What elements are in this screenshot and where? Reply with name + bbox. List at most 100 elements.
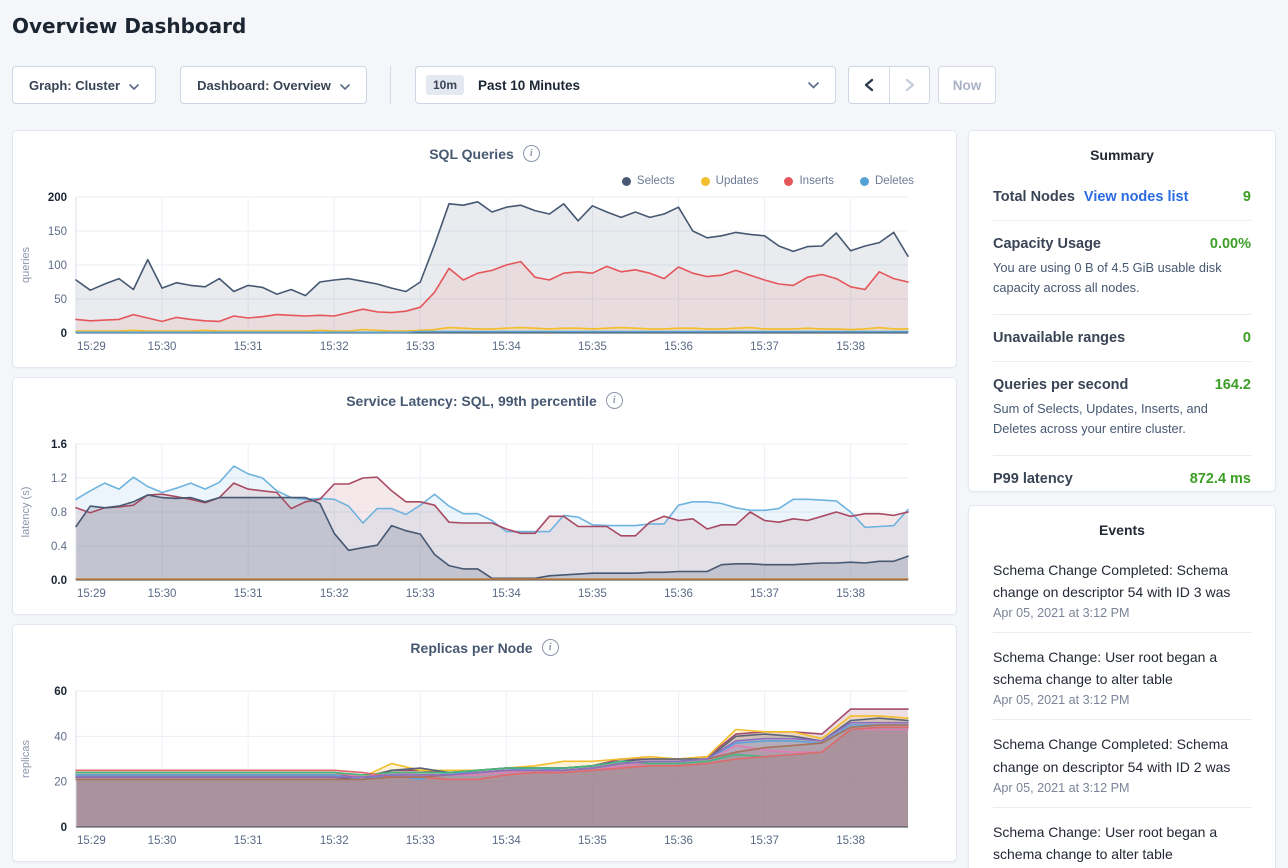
chart-legend: Selects Updates Inserts Deletes (622, 175, 914, 187)
legend-dot-icon (784, 177, 793, 186)
svg-text:15:34: 15:34 (492, 341, 521, 353)
event-timestamp: Apr 05, 2021 at 3:12 PM (993, 606, 1251, 620)
event-item: Schema Change Completed: Schema change o… (993, 546, 1251, 633)
legend-item-inserts: Inserts (784, 175, 834, 187)
event-text: Schema Change Completed: Schema change o… (993, 733, 1251, 777)
event-item: Schema Change Completed: Schema change o… (993, 720, 1251, 807)
svg-text:15:33: 15:33 (406, 835, 435, 847)
toolbar-divider (390, 66, 391, 104)
now-button[interactable]: Now (938, 66, 996, 104)
chevron-down-icon (340, 78, 350, 93)
info-icon[interactable]: i (606, 392, 623, 409)
svg-text:15:33: 15:33 (406, 588, 435, 600)
events-title: Events (993, 522, 1251, 538)
events-panel: Events Schema Change Completed: Schema c… (968, 505, 1276, 868)
svg-text:15:32: 15:32 (320, 341, 349, 353)
svg-text:150: 150 (48, 226, 67, 238)
divider (993, 455, 1251, 456)
replicas-per-node-chart[interactable]: 15:2915:3015:3115:3215:3315:3415:3515:36… (13, 671, 958, 857)
service-latency-chart[interactable]: 15:29 15:30 15:31 15:32 15:33 15:34 15:35 15:36… (13, 424, 958, 610)
view-nodes-list-link[interactable]: View nodes list (1084, 189, 1189, 205)
svg-text:15:30: 15:30 (148, 588, 177, 600)
legend-item-updates: Updates (701, 175, 759, 187)
unavailable-ranges-value: 0 (1243, 330, 1251, 346)
svg-text:15:37: 15:37 (750, 588, 779, 600)
legend-item-deletes: Deletes (860, 175, 914, 187)
legend-dot-icon (622, 177, 631, 186)
qps-value: 164.2 (1215, 377, 1251, 393)
chart-card-sql-queries: SQL Queries i Selects Updates Inserts Delet… (12, 130, 957, 368)
svg-text:replicas: replicas (20, 740, 32, 778)
qps-description: Sum of Selects, Updates, Inserts, and De… (993, 399, 1251, 440)
event-text: Schema Change Completed: Schema change o… (993, 559, 1251, 603)
svg-text:15:31: 15:31 (234, 588, 263, 600)
svg-text:latency (s): latency (s) (20, 487, 32, 538)
svg-text:15:30: 15:30 (148, 835, 177, 847)
page-title: Overview Dashboard (12, 14, 246, 38)
svg-text:queries: queries (20, 246, 32, 283)
svg-text:15:29: 15:29 (77, 835, 106, 847)
info-icon[interactable]: i (523, 145, 540, 162)
svg-text:15:35: 15:35 (578, 588, 607, 600)
info-icon[interactable]: i (542, 639, 559, 656)
svg-text:0.4: 0.4 (51, 541, 68, 553)
sql-queries-chart[interactable]: 15:2915:3015:3115:3215:3315:3415:3515:36… (13, 177, 958, 363)
svg-text:15:36: 15:36 (664, 341, 693, 353)
capacity-usage-label: Capacity Usage (993, 236, 1101, 252)
time-nav-group (848, 66, 930, 104)
svg-text:1.2: 1.2 (51, 473, 67, 485)
summary-title: Summary (993, 147, 1251, 163)
svg-text:40: 40 (54, 731, 67, 743)
graph-dropdown[interactable]: Graph: Cluster (12, 66, 156, 104)
svg-text:15:38: 15:38 (836, 588, 865, 600)
svg-text:50: 50 (54, 294, 67, 306)
summary-panel: Summary Total Nodes View nodes list 9 Ca… (968, 130, 1276, 492)
time-prev-button[interactable] (849, 67, 889, 103)
capacity-usage-description: You are using 0 B of 4.5 GiB usable disk… (993, 258, 1251, 299)
chevron-right-icon (904, 78, 916, 92)
event-item: Schema Change: User root began a schema … (993, 633, 1251, 720)
svg-text:15:35: 15:35 (578, 341, 607, 353)
svg-text:15:31: 15:31 (234, 341, 263, 353)
event-timestamp: Apr 05, 2021 at 3:12 PM (993, 693, 1251, 707)
svg-text:1.6: 1.6 (51, 439, 67, 451)
time-range-value: Past 10 Minutes (478, 78, 808, 93)
svg-text:0: 0 (61, 822, 67, 834)
chart-title: Service Latency: SQL, 99th percentile (346, 393, 597, 409)
unavailable-ranges-label: Unavailable ranges (993, 330, 1125, 346)
divider (993, 220, 1251, 221)
svg-text:15:35: 15:35 (578, 835, 607, 847)
svg-text:15:37: 15:37 (750, 835, 779, 847)
chart-title: SQL Queries (429, 146, 514, 162)
svg-text:15:36: 15:36 (664, 588, 693, 600)
divider (993, 361, 1251, 362)
chart-title: Replicas per Node (410, 640, 532, 656)
svg-text:15:33: 15:33 (406, 341, 435, 353)
svg-text:100: 100 (48, 260, 67, 272)
dashboard-dropdown[interactable]: Dashboard: Overview (180, 66, 367, 104)
svg-text:15:29: 15:29 (77, 588, 106, 600)
svg-text:15:34: 15:34 (492, 588, 521, 600)
event-item: Schema Change: User root began a schema … (993, 808, 1251, 868)
legend-dot-icon (701, 177, 710, 186)
svg-text:0: 0 (61, 328, 67, 340)
chevron-down-icon (808, 76, 819, 94)
events-list: Schema Change Completed: Schema change o… (993, 546, 1251, 868)
time-range-picker[interactable]: 10m Past 10 Minutes (415, 66, 836, 104)
chevron-down-icon (129, 78, 139, 93)
svg-text:60: 60 (54, 686, 67, 698)
total-nodes-value: 9 (1243, 189, 1251, 205)
svg-text:15:30: 15:30 (148, 341, 177, 353)
event-timestamp: Apr 05, 2021 at 3:12 PM (993, 781, 1251, 795)
chart-card-service-latency: Service Latency: SQL, 99th percentile i … (12, 377, 957, 615)
legend-item-selects: Selects (622, 175, 675, 187)
svg-text:15:32: 15:32 (320, 588, 349, 600)
svg-text:0.0: 0.0 (51, 575, 67, 587)
svg-text:15:34: 15:34 (492, 835, 521, 847)
svg-text:15:31: 15:31 (234, 835, 263, 847)
dashboard-dropdown-label: Dashboard: Overview (197, 78, 331, 93)
time-next-button[interactable] (889, 67, 929, 103)
chevron-left-icon (863, 78, 875, 92)
chart-card-replicas-per-node: Replicas per Node i 15:2915:3015:3115:32… (12, 624, 957, 862)
event-text: Schema Change: User root began a schema … (993, 821, 1251, 865)
